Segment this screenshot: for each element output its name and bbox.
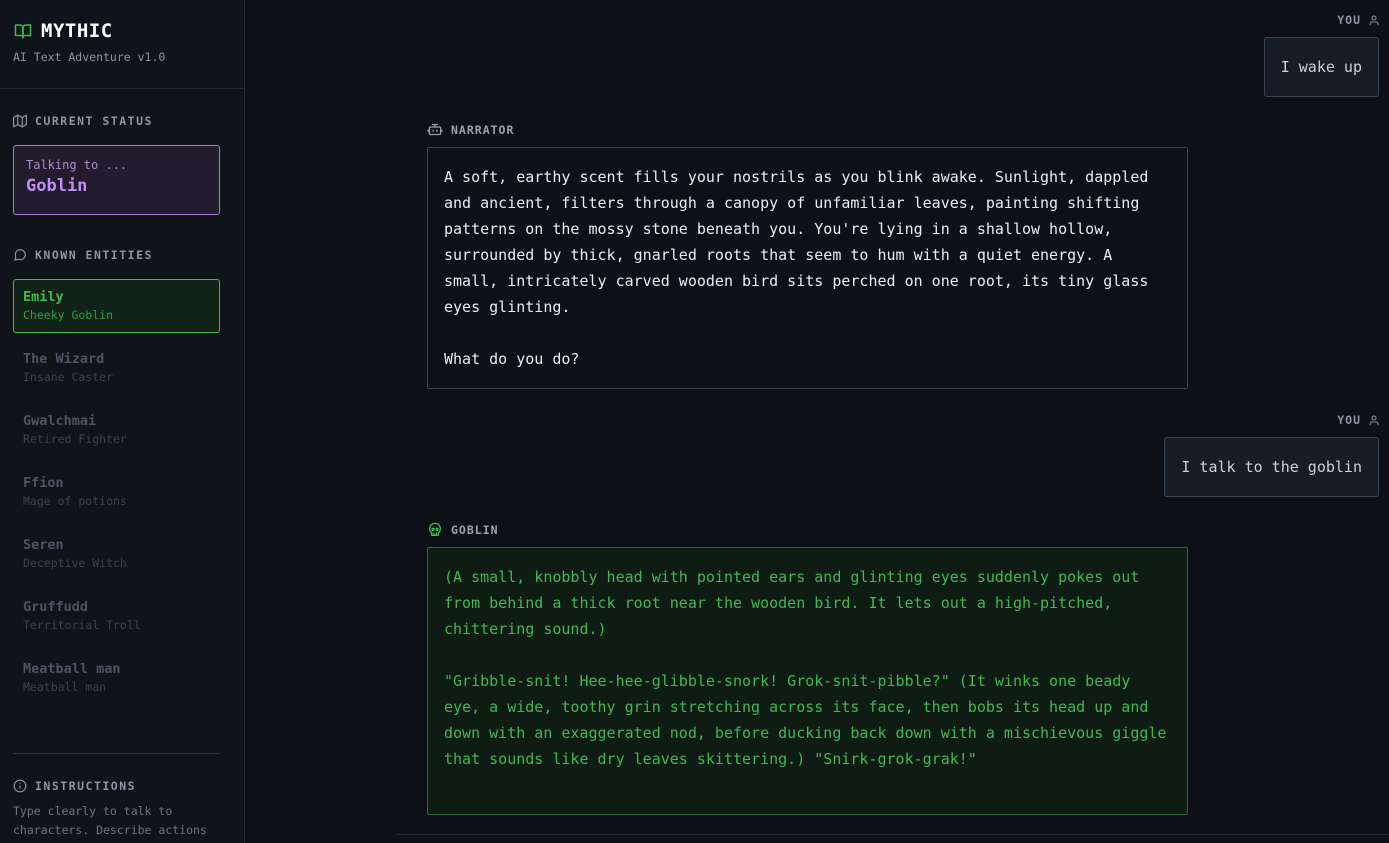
entity-role: Retired Fighter: [23, 432, 127, 446]
sidebar: MYTHIC AI Text Adventure v1.0 CURRENT ST…: [0, 0, 245, 843]
entity-item-seren[interactable]: Seren Deceptive Witch: [13, 527, 220, 581]
narrator-message: A soft, earthy scent fills your nostrils…: [427, 147, 1188, 389]
book-open-icon: [13, 22, 33, 40]
entity-list: Emily Cheeky Goblin The Wizard Insane Ca…: [13, 279, 220, 713]
speaker-name: GOBLIN: [451, 523, 499, 537]
speaker-label-goblin: GOBLIN: [427, 522, 499, 538]
entity-item-the-wizard[interactable]: The Wizard Insane Caster: [13, 341, 220, 395]
entity-name: Gwalchmai: [23, 413, 97, 429]
info-icon: [13, 779, 27, 793]
goblin-message: (A small, knobbly head with pointed ears…: [427, 547, 1188, 815]
user-message: I talk to the goblin: [1164, 437, 1379, 497]
user-icon: [1368, 414, 1380, 427]
sidebar-divider: [13, 753, 220, 754]
entity-role: Territorial Troll: [23, 618, 141, 632]
entity-item-meatball-man[interactable]: Meatball man Meatball man: [13, 651, 220, 705]
status-heading-label: CURRENT STATUS: [35, 114, 153, 128]
status-label: Talking to ...: [26, 158, 128, 172]
entity-name: The Wizard: [23, 351, 105, 367]
entities-heading-label: KNOWN ENTITIES: [35, 248, 153, 262]
status-target: Goblin: [26, 176, 88, 196]
entity-role: Cheeky Goblin: [23, 308, 114, 322]
entity-role: Mage of potions: [23, 494, 127, 508]
speaker-label-you: YOU: [1337, 13, 1380, 27]
entity-item-emily[interactable]: Emily Cheeky Goblin: [13, 279, 220, 333]
speaker-name: NARRATOR: [451, 122, 515, 137]
speaker-label-narrator: NARRATOR: [427, 122, 514, 137]
entity-name: Gruffudd: [23, 599, 89, 615]
entity-name: Meatball man: [23, 661, 121, 677]
entity-role: Insane Caster: [23, 370, 114, 384]
instructions-text: Type clearly to talk to characters. Desc…: [13, 804, 207, 837]
speaker-name: YOU: [1337, 413, 1361, 427]
entity-item-gruffudd[interactable]: Gruffudd Territorial Troll: [13, 589, 220, 643]
input-divider: [395, 834, 1389, 835]
instructions-section-heading: INSTRUCTIONS: [13, 779, 136, 793]
app-subtitle: AI Text Adventure v1.0: [13, 50, 166, 64]
bot-icon: [427, 122, 443, 137]
entity-item-ffion[interactable]: Ffion Mage of potions: [13, 465, 220, 519]
entity-name: Ffion: [23, 475, 64, 491]
app-root: MYTHIC AI Text Adventure v1.0 CURRENT ST…: [0, 0, 1389, 843]
user-icon: [1368, 14, 1380, 27]
skull-icon: [427, 522, 443, 538]
entity-name: Seren: [23, 537, 64, 553]
brand-header: MYTHIC AI Text Adventure v1.0: [0, 0, 244, 89]
instructions-heading-label: INSTRUCTIONS: [35, 779, 137, 793]
map-icon: [13, 114, 27, 128]
speaker-label-you: YOU: [1337, 413, 1380, 427]
entities-section-heading: KNOWN ENTITIES: [13, 248, 153, 262]
user-message: I wake up: [1263, 37, 1379, 97]
status-section-heading: CURRENT STATUS: [13, 114, 153, 128]
message-circle-icon: [13, 248, 27, 262]
entity-item-gwalchmai[interactable]: Gwalchmai Retired Fighter: [13, 403, 220, 457]
speaker-name: YOU: [1337, 13, 1361, 27]
entity-name: Emily: [23, 289, 64, 305]
entity-role: Meatball man: [23, 680, 107, 694]
chat-log[interactable]: YOU I wake up NARRATOR A soft, earthy sc…: [245, 0, 1389, 843]
current-status-card: Talking to ... Goblin: [13, 145, 220, 215]
app-title: MYTHIC: [41, 20, 113, 42]
entity-role: Deceptive Witch: [23, 556, 127, 570]
